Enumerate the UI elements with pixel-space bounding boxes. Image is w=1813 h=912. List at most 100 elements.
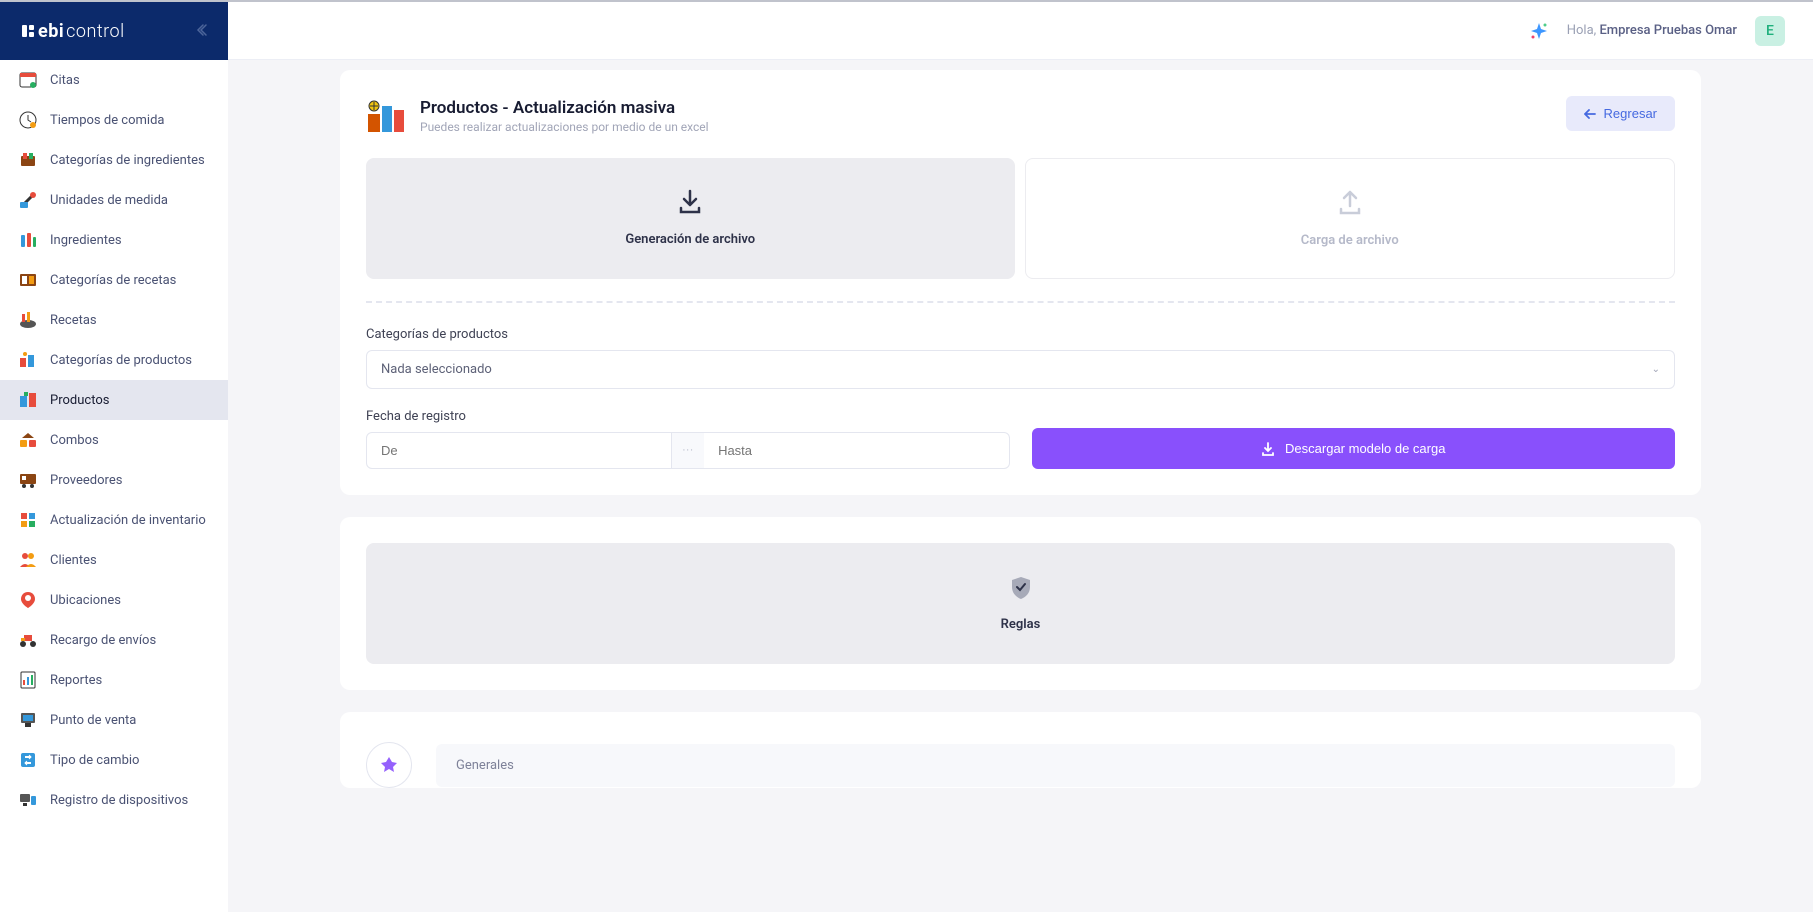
sidebar-item-label: Productos [50, 393, 109, 408]
download-model-button[interactable]: Descargar modelo de carga [1032, 428, 1676, 469]
sidebar-item-registro-dispositivos[interactable]: Registro de dispositivos [0, 780, 228, 820]
sidebar-item-recetas[interactable]: Recetas [0, 300, 228, 340]
sidebar-item-label: Unidades de medida [50, 193, 168, 208]
categories-value: Nada seleccionado [381, 362, 492, 377]
categories-select[interactable]: Nada seleccionado ⌄ [366, 350, 1675, 389]
brand-mark-icon [20, 23, 36, 39]
sidebar-item-label: Reportes [50, 673, 102, 688]
bottles-icon [18, 230, 38, 250]
sidebar: ebicontrol Citas Tiempos de comida Categ… [0, 2, 228, 912]
sidebar-item-label: Recargo de envíos [50, 633, 156, 648]
date-label: Fecha de registro [366, 409, 1010, 424]
greeting-name: Empresa Pruebas Omar [1599, 23, 1737, 38]
generals-circle[interactable] [366, 742, 412, 788]
divider [366, 301, 1675, 303]
sidebar-item-productos[interactable]: Productos [0, 380, 228, 420]
supplier-icon [18, 470, 38, 490]
greeting-hello: Hola, [1567, 23, 1596, 38]
sidebar-item-unidades-medida[interactable]: Unidades de medida [0, 180, 228, 220]
grocery-icon [18, 150, 38, 170]
sidebar-item-label: Combos [50, 433, 99, 448]
clock-icon [18, 110, 38, 130]
sidebar-item-label: Tiempos de comida [50, 113, 165, 128]
categories-group: Categorías de productos Nada seleccionad… [366, 327, 1675, 389]
brand-bold: ebi [38, 21, 64, 42]
brand-light: control [66, 21, 125, 42]
recipe-book-icon [18, 270, 38, 290]
sidebar-nav: Citas Tiempos de comida Categorías de in… [0, 60, 228, 840]
sidebar-item-label: Punto de venta [50, 713, 136, 728]
topbar: Hola, Empresa Pruebas Omar E [228, 2, 1813, 60]
ai-sparkle-icon[interactable] [1529, 21, 1549, 41]
clients-icon [18, 550, 38, 570]
products-header-icon [366, 96, 406, 136]
sidebar-item-categorias-productos[interactable]: Categorías de productos [0, 340, 228, 380]
main-card: Productos - Actualización masiva Puedes … [340, 70, 1701, 495]
reports-icon [18, 670, 38, 690]
upload-icon [1336, 189, 1364, 217]
devices-icon [18, 790, 38, 810]
download-label: Descargar modelo de carga [1285, 441, 1445, 456]
sidebar-item-categorias-ingredientes[interactable]: Categorías de ingredientes [0, 140, 228, 180]
date-separator: ··· [672, 432, 704, 469]
action-tabs: Generación de archivo Carga de archivo [366, 158, 1675, 279]
sidebar-item-tipo-cambio[interactable]: Tipo de cambio [0, 740, 228, 780]
tab-generate-label: Generación de archivo [386, 232, 995, 247]
sidebar-item-label: Ingredientes [50, 233, 122, 248]
date-from-input[interactable] [366, 432, 672, 469]
generals-card: Generales [340, 712, 1701, 788]
content: Productos - Actualización masiva Puedes … [228, 60, 1813, 850]
sidebar-item-label: Citas [50, 73, 80, 88]
generals-bar[interactable]: Generales [436, 744, 1675, 787]
brand-header: ebicontrol [0, 2, 228, 60]
sidebar-item-label: Actualización de inventario [50, 513, 206, 528]
sidebar-item-citas[interactable]: Citas [0, 60, 228, 100]
sidebar-collapse-icon[interactable] [194, 22, 208, 41]
sidebar-item-punto-venta[interactable]: Punto de venta [0, 700, 228, 740]
sidebar-item-label: Proveedores [50, 473, 122, 488]
generals-label: Generales [456, 758, 514, 773]
sidebar-item-ubicaciones[interactable]: Ubicaciones [0, 580, 228, 620]
cooking-icon [18, 310, 38, 330]
sidebar-item-proveedores[interactable]: Proveedores [0, 460, 228, 500]
greeting: Hola, Empresa Pruebas Omar [1567, 23, 1737, 38]
card-header: Productos - Actualización masiva Puedes … [366, 96, 1675, 136]
categories-label: Categorías de productos [366, 327, 1675, 342]
chevron-down-icon: ⌄ [1652, 364, 1660, 375]
page-subtitle: Puedes realizar actualizaciones por medi… [420, 120, 709, 134]
sidebar-item-label: Clientes [50, 553, 97, 568]
pos-icon [18, 710, 38, 730]
sidebar-item-categorias-recetas[interactable]: Categorías de recetas [0, 260, 228, 300]
back-button[interactable]: Regresar [1566, 96, 1675, 131]
sidebar-item-label: Categorías de ingredientes [50, 153, 205, 168]
sidebar-item-label: Ubicaciones [50, 593, 121, 608]
tab-upload-file[interactable]: Carga de archivo [1025, 158, 1676, 279]
products-cat-icon [18, 350, 38, 370]
rules-card: Reglas [340, 517, 1701, 690]
tab-generate-file[interactable]: Generación de archivo [366, 158, 1015, 279]
sidebar-item-clientes[interactable]: Clientes [0, 540, 228, 580]
brand-logo[interactable]: ebicontrol [20, 21, 125, 42]
sidebar-item-reportes[interactable]: Reportes [0, 660, 228, 700]
measure-icon [18, 190, 38, 210]
page-title: Productos - Actualización masiva [420, 98, 709, 118]
download-small-icon [1261, 442, 1275, 456]
sidebar-item-label: Recetas [50, 313, 97, 328]
main-area: Hola, Empresa Pruebas Omar E Productos -… [228, 2, 1813, 912]
date-download-row: Fecha de registro ··· Descargar modelo d… [366, 409, 1675, 469]
rules-label: Reglas [386, 617, 1655, 632]
inventory-icon [18, 510, 38, 530]
sidebar-item-recargo-envios[interactable]: Recargo de envíos [0, 620, 228, 660]
sidebar-item-actualizacion-inventario[interactable]: Actualización de inventario [0, 500, 228, 540]
rules-box[interactable]: Reglas [366, 543, 1675, 664]
delivery-icon [18, 630, 38, 650]
date-to-input[interactable] [704, 432, 1009, 469]
download-icon [676, 188, 704, 216]
sidebar-item-ingredientes[interactable]: Ingredientes [0, 220, 228, 260]
sidebar-item-combos[interactable]: Combos [0, 420, 228, 460]
sidebar-item-tiempos-comida[interactable]: Tiempos de comida [0, 100, 228, 140]
user-avatar[interactable]: E [1755, 16, 1785, 46]
arrow-left-icon [1584, 108, 1596, 120]
generals-row: Generales [366, 738, 1675, 788]
sidebar-item-label: Categorías de recetas [50, 273, 176, 288]
